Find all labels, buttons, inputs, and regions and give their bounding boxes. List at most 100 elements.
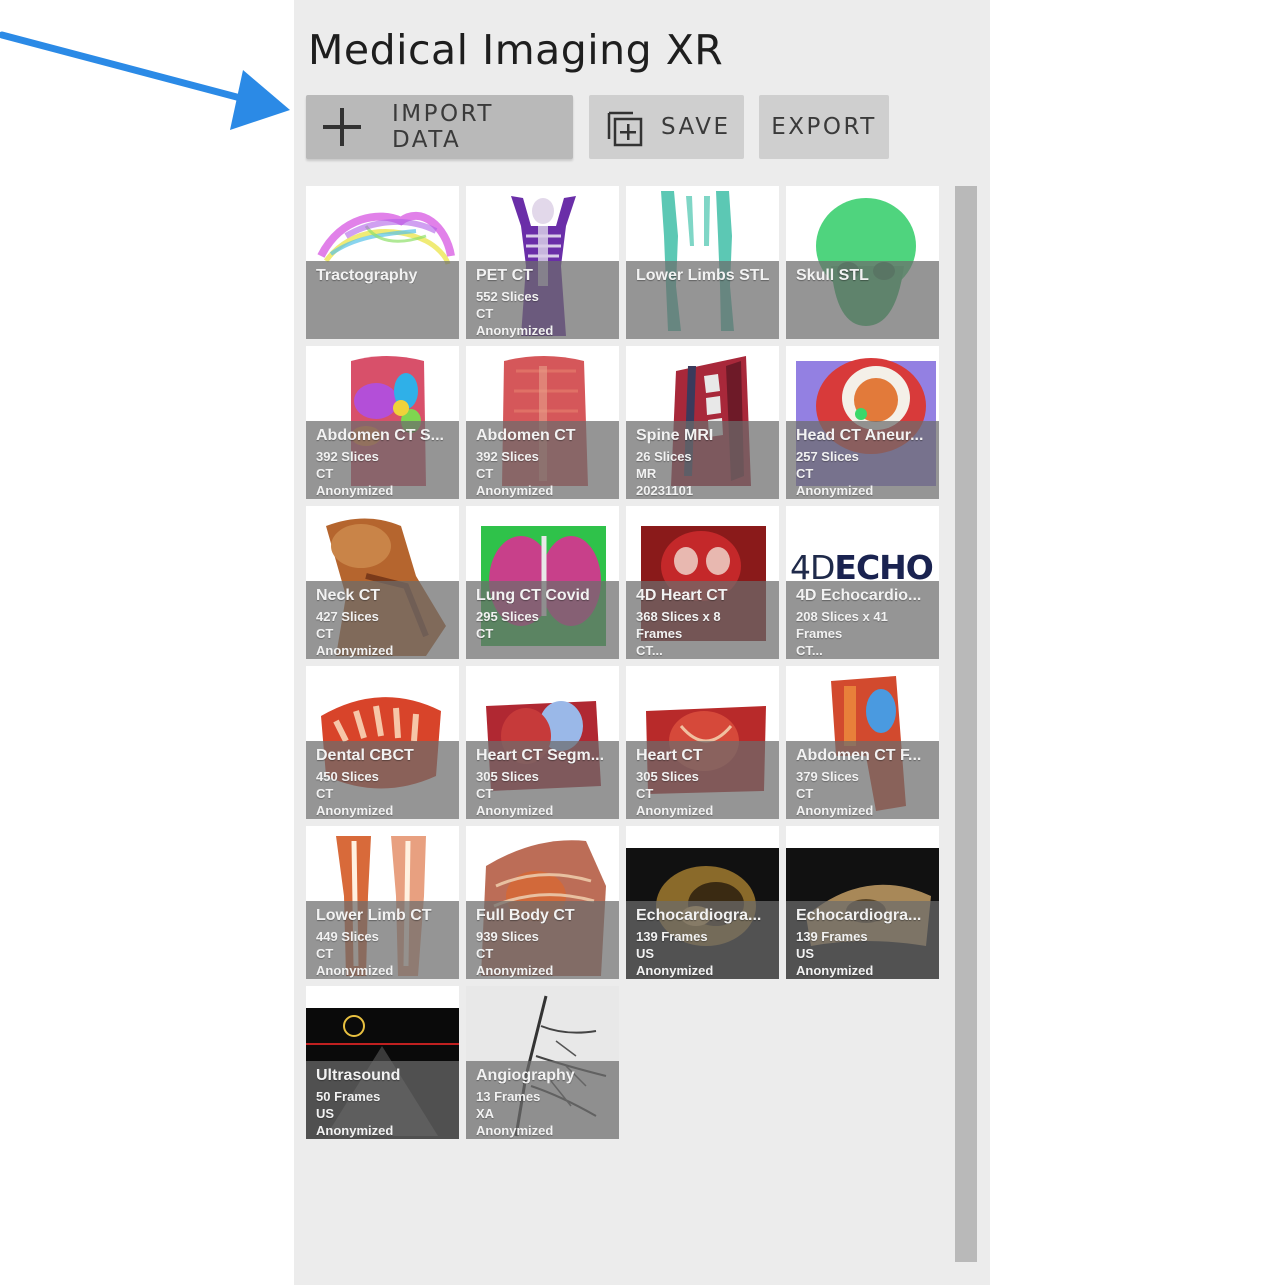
tile-modality: US [636, 946, 655, 961]
tile-caption: Abdomen CT F... 379 Slices CT Anonymized [786, 741, 939, 819]
save-button[interactable]: SAVE [589, 95, 744, 159]
tile-modality: CT [476, 306, 494, 321]
tile-patient: CT... [636, 643, 663, 658]
tile-detail: 139 Frames [636, 929, 708, 944]
app-title: Medical Imaging XR [308, 26, 724, 74]
dataset-tile[interactable]: Lower Limbs STL [626, 186, 779, 339]
tile-caption: Ultrasound 50 Frames US Anonymized [306, 1061, 459, 1139]
tile-caption: Echocardiogra... 139 Frames US Anonymize… [626, 901, 779, 979]
tile-title: Abdomen CT S... [316, 427, 444, 444]
tile-modality: CT [476, 786, 494, 801]
tile-caption: Heart CT 305 Slices CT Anonymized [626, 741, 779, 819]
tile-caption: Lung CT Covid 295 Slices CT [466, 581, 619, 659]
tile-detail: 450 Slices [316, 769, 379, 784]
data-panel: Medical Imaging XR IMPORT DATA SAVE EXPO… [294, 0, 990, 1285]
dataset-tile[interactable]: Heart CT Segm... 305 Slices CT Anonymize… [466, 666, 619, 819]
dataset-tile[interactable]: Full Body CT 939 Slices CT Anonymized [466, 826, 619, 979]
import-data-button[interactable]: IMPORT DATA [306, 95, 573, 159]
dataset-tile[interactable]: 4DECHO 4D Echocardio... 208 Slices x 41 … [786, 506, 939, 659]
dataset-tile[interactable]: Tractography [306, 186, 459, 339]
tile-detail: 26 Slices [636, 449, 692, 464]
tile-modality: CT [636, 786, 654, 801]
tile-patient: Anonymized [476, 483, 554, 498]
dataset-tile[interactable]: Lower Limb CT 449 Slices CT Anonymized [306, 826, 459, 979]
tile-title: Heart CT Segm... [476, 747, 605, 764]
tile-title: Tractography [316, 267, 418, 284]
tile-caption: Abdomen CT 392 Slices CT Anonymized [466, 421, 619, 499]
dataset-tile[interactable]: Abdomen CT S... 392 Slices CT Anonymized [306, 346, 459, 499]
tile-caption: Lower Limb CT 449 Slices CT Anonymized [306, 901, 459, 979]
dataset-tile[interactable]: Angiography 13 Frames XA Anonymized [466, 986, 619, 1139]
tile-patient: Anonymized [316, 483, 394, 498]
tile-title: Lung CT Covid [476, 587, 590, 604]
dataset-tile[interactable]: Lung CT Covid 295 Slices CT [466, 506, 619, 659]
dataset-tile[interactable]: Echocardiogra... 139 Frames US Anonymize… [786, 826, 939, 979]
tile-patient: CT... [796, 643, 823, 658]
dataset-tile[interactable]: 4D Heart CT 368 Slices x 8 Frames CT... [626, 506, 779, 659]
tile-patient: Anonymized [636, 803, 714, 818]
dataset-tile[interactable]: Head CT Aneur... 257 Slices CT Anonymize… [786, 346, 939, 499]
tile-modality: 295 Slices [476, 609, 539, 624]
dataset-tile[interactable]: Neck CT 427 Slices CT Anonymized [306, 506, 459, 659]
tile-title: Heart CT [636, 747, 703, 764]
tile-detail: 427 Slices [316, 609, 379, 624]
tile-title: Abdomen CT [476, 427, 576, 444]
tile-modality: US [316, 1106, 335, 1121]
tile-detail: 939 Slices [476, 929, 539, 944]
tile-detail: 305 Slices [636, 769, 699, 784]
tile-title: Skull STL [796, 267, 869, 284]
tile-modality: CT [796, 786, 814, 801]
tile-patient: 20231101 [636, 483, 694, 498]
tile-detail: 392 Slices [476, 449, 539, 464]
tile-caption: 4D Echocardio... 208 Slices x 41 Frames … [786, 581, 939, 659]
tile-title: Angiography [476, 1067, 575, 1084]
scrollbar[interactable] [955, 186, 977, 1262]
tile-caption: Heart CT Segm... 305 Slices CT Anonymize… [466, 741, 619, 819]
dataset-tile[interactable]: Ultrasound 50 Frames US Anonymized [306, 986, 459, 1139]
tile-title: Neck CT [316, 587, 381, 604]
tile-patient: Anonymized [796, 803, 874, 818]
tile-modality: Frames [636, 626, 683, 641]
tile-caption: Spine MRI 26 Slices MR 20231101 [626, 421, 779, 499]
import-data-label: IMPORT DATA [392, 101, 494, 153]
tile-title: Spine MRI [636, 427, 714, 444]
tile-caption: Tractography [306, 261, 459, 339]
dataset-tile[interactable]: Echocardiogra... 139 Frames US Anonymize… [626, 826, 779, 979]
tile-patient: Anonymized [316, 1123, 394, 1138]
tile-patient: Anonymized [796, 963, 874, 978]
dataset-tile[interactable]: Abdomen CT 392 Slices CT Anonymized [466, 346, 619, 499]
tile-patient: Anonymized [476, 803, 554, 818]
dataset-tile[interactable]: Dental CBCT 450 Slices CT Anonymized [306, 666, 459, 819]
tile-title: 4D Echocardio... [796, 587, 922, 604]
tile-caption: Neck CT 427 Slices CT Anonymized [306, 581, 459, 659]
tile-patient: Anonymized [636, 963, 714, 978]
dataset-tile[interactable]: Spine MRI 26 Slices MR 20231101 [626, 346, 779, 499]
dataset-tile[interactable]: Skull STL [786, 186, 939, 339]
dataset-grid: Tractography PET CT 552 Slices CT Anonym… [306, 186, 946, 1139]
save-label: SAVE [661, 114, 731, 140]
export-button[interactable]: EXPORT [759, 95, 889, 159]
tile-patient: Anonymized [476, 323, 554, 338]
tile-modality: CT [316, 626, 334, 641]
tile-title: 4D Heart CT [636, 587, 728, 604]
tile-title: Dental CBCT [316, 747, 414, 764]
tile-title: Head CT Aneur... [796, 427, 924, 444]
export-label: EXPORT [771, 114, 877, 140]
tile-title: Echocardiogra... [796, 907, 922, 924]
dataset-tile[interactable]: Heart CT 305 Slices CT Anonymized [626, 666, 779, 819]
tile-title: Ultrasound [316, 1067, 401, 1084]
plus-icon [320, 105, 364, 149]
tile-patient: Anonymized [316, 643, 394, 658]
dataset-tile[interactable]: Abdomen CT F... 379 Slices CT Anonymized [786, 666, 939, 819]
tile-title: Full Body CT [476, 907, 575, 924]
tile-detail: 139 Frames [796, 929, 868, 944]
dataset-tile[interactable]: PET CT 552 Slices CT Anonymized [466, 186, 619, 339]
tile-detail: 368 Slices x 8 [636, 609, 721, 624]
tile-modality: CT [316, 786, 334, 801]
tile-title: Lower Limb CT [316, 907, 432, 924]
tile-patient: Anonymized [316, 803, 394, 818]
tile-title: Echocardiogra... [636, 907, 762, 924]
save-copy-icon [605, 107, 645, 147]
tile-caption: PET CT 552 Slices CT Anonymized [466, 261, 619, 339]
tile-caption: Echocardiogra... 139 Frames US Anonymize… [786, 901, 939, 979]
